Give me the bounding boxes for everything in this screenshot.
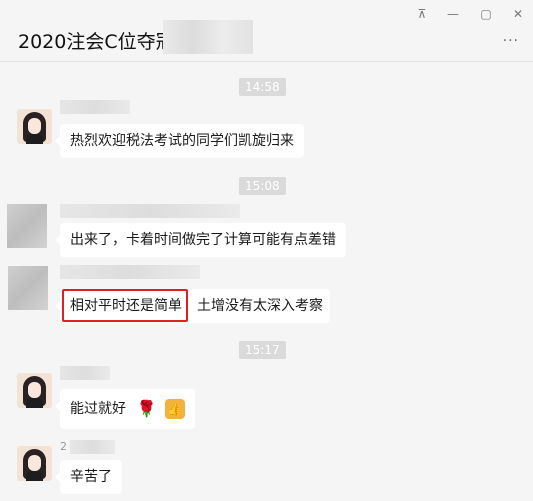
sender-name-redaction bbox=[60, 204, 240, 218]
title-redaction bbox=[163, 20, 253, 54]
avatar[interactable] bbox=[17, 109, 52, 144]
avatar[interactable] bbox=[17, 373, 52, 408]
timestamp: 14:58 bbox=[239, 78, 286, 96]
message-bubble[interactable]: 出来了，卡着时间做完了计算可能有点差错 bbox=[55, 223, 346, 257]
sender-name-redaction bbox=[60, 366, 110, 380]
sender-name-redaction bbox=[60, 100, 130, 114]
more-icon[interactable]: ··· bbox=[503, 34, 519, 48]
close-icon[interactable]: ✕ bbox=[508, 6, 528, 22]
chat-title: 2020注会C位夺冠 bbox=[18, 31, 175, 53]
sender-name-redaction bbox=[70, 440, 115, 454]
chat-header: 2020注会C位夺冠 ⊼ — ▢ ✕ ··· bbox=[0, 0, 533, 62]
sender-label: 2 bbox=[60, 440, 67, 453]
thumbs-up-icon: 👍 bbox=[164, 399, 185, 419]
avatar-redaction bbox=[8, 266, 48, 310]
message-bubble[interactable]: 能过就好 🌹 👍 bbox=[55, 389, 195, 429]
minimize-icon[interactable]: — bbox=[443, 6, 463, 22]
maximize-icon[interactable]: ▢ bbox=[476, 6, 496, 22]
timestamp: 15:17 bbox=[239, 341, 286, 359]
message-text: 能过就好 bbox=[70, 401, 126, 417]
message-bubble[interactable]: 热烈欢迎税法考试的同学们凯旋归来 bbox=[55, 124, 304, 158]
sender-name-redaction bbox=[60, 265, 200, 279]
message-bubble[interactable]: 辛苦了 bbox=[55, 460, 122, 494]
pin-icon[interactable]: ⊼ bbox=[412, 6, 432, 22]
timestamp: 15:08 bbox=[239, 177, 286, 195]
avatar[interactable] bbox=[17, 446, 52, 481]
avatar-redaction bbox=[7, 204, 47, 248]
highlight-box bbox=[62, 289, 188, 322]
message-text-part2: 土增没有太深入考察 bbox=[197, 298, 323, 314]
rose-icon: 🌹 bbox=[136, 399, 157, 418]
